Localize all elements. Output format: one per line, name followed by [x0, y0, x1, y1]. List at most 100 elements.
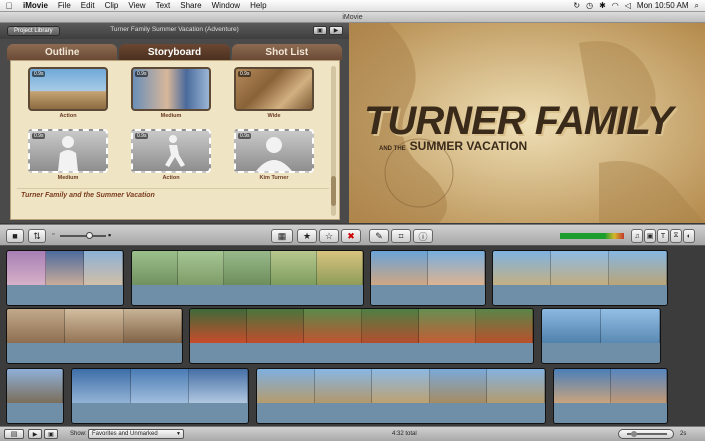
inspector-button[interactable]: ⓘ	[413, 229, 433, 243]
shot-slot[interactable]: 0.9s Action	[131, 129, 211, 183]
shot-placeholder[interactable]: 0.9s	[234, 129, 314, 173]
menu-view[interactable]: View	[123, 1, 150, 10]
camera-import-button[interactable]: ■	[6, 229, 24, 243]
shot-slot[interactable]: 0.9s Medium	[28, 129, 108, 183]
shot-duration: 0.9s	[238, 133, 252, 139]
menu-imovie[interactable]: iMovie	[18, 1, 53, 10]
menu-text[interactable]: Text	[151, 1, 176, 10]
menu-clip[interactable]: Clip	[100, 1, 124, 10]
event-clip[interactable]	[492, 250, 668, 306]
mark-favorite-button[interactable]: ★	[297, 229, 317, 243]
shot-slot[interactable]: 0.9s Action	[28, 67, 108, 121]
bluetooth-icon[interactable]: ✱	[599, 1, 606, 10]
show-filter-select[interactable]: Favorites and Unmarked ▼	[88, 429, 184, 439]
thumbnail-small-icon: ▫	[52, 231, 55, 238]
shot-placeholder[interactable]: 0.9s	[131, 129, 211, 173]
transition-browser-button[interactable]: ⧖	[670, 229, 682, 243]
clock[interactable]: Mon 10:50 AM	[637, 1, 689, 10]
trailer-title: TURNER FAMILY	[364, 99, 673, 143]
play-icon: ▶	[32, 431, 38, 438]
wifi-icon[interactable]: ◠	[612, 1, 619, 10]
play-button[interactable]: ▶	[329, 26, 343, 35]
time-machine-icon[interactable]: ◷	[586, 1, 593, 10]
event-clip[interactable]	[541, 308, 661, 364]
slider-knob[interactable]	[86, 232, 93, 239]
shot-thumbnail[interactable]: 0.9s	[234, 67, 314, 111]
spotlight-icon[interactable]: ⌕	[695, 1, 699, 11]
keyword-button[interactable]: ✎	[369, 229, 389, 243]
title-browser-button[interactable]: T	[657, 229, 669, 243]
project-library-label: Project Library	[14, 28, 53, 34]
play-full-screen-button[interactable]: ▣	[313, 26, 327, 35]
shot-thumbnail[interactable]: 0.9s	[131, 67, 211, 111]
apple-menu-icon[interactable]: 	[0, 1, 18, 11]
event-clip[interactable]	[6, 308, 183, 364]
event-browser	[0, 246, 705, 426]
tab-storyboard[interactable]: Storyboard	[119, 44, 230, 60]
play-fullscreen-event-button[interactable]: ▣	[44, 429, 58, 439]
chevron-down-icon: ▼	[176, 431, 181, 437]
event-clip[interactable]	[131, 250, 364, 306]
event-clip[interactable]	[256, 368, 546, 424]
shot-label: Medium	[160, 113, 182, 119]
event-clip[interactable]	[6, 368, 64, 424]
volume-icon[interactable]: ◁	[625, 1, 631, 10]
title-t-icon: T	[660, 232, 666, 240]
event-clip[interactable]	[370, 250, 486, 306]
shot-label: Medium	[57, 175, 79, 181]
play-event-button[interactable]: ▶	[28, 429, 42, 439]
storyboard-scrollbar[interactable]	[331, 66, 336, 216]
info-icon: ⓘ	[418, 231, 428, 242]
show-filter-label: Show:	[70, 431, 87, 437]
swap-events-projects-button[interactable]: ⇅	[28, 229, 46, 243]
transition-icon: ⧖	[673, 232, 679, 239]
event-clip[interactable]	[553, 368, 668, 424]
shot-slot[interactable]: 0.9s Medium	[131, 67, 211, 121]
shot-thumbnail[interactable]: 0.9s	[28, 67, 108, 111]
menu-help[interactable]: Help	[245, 1, 271, 10]
zoom-slider[interactable]	[618, 429, 674, 439]
title-text-field[interactable]: Turner Family and the Summer Vacation	[17, 188, 329, 202]
camera-photo-icon: ▣	[646, 233, 654, 240]
shot-placeholder[interactable]: 0.9s	[28, 129, 108, 173]
event-clip[interactable]	[71, 368, 249, 424]
menu-edit[interactable]: Edit	[76, 1, 100, 10]
storyboard: 0.9s Action 0.9s Medium 0.9s Wide 0.9s M…	[10, 60, 340, 220]
reject-button[interactable]: ✖	[341, 229, 361, 243]
tab-shot-list[interactable]: Shot List	[231, 44, 342, 60]
menu-share[interactable]: Share	[175, 1, 206, 10]
crop-button[interactable]: ⌗	[391, 229, 411, 243]
viewer: TURNER FAMILY AND THE SUMMER VACATION	[349, 23, 705, 223]
add-to-project-button[interactable]: ▦	[271, 229, 293, 243]
event-clip[interactable]	[6, 250, 124, 306]
show-filter-value: Favorites and Unmarked	[92, 431, 158, 437]
music-browser-button[interactable]: ♫	[631, 229, 643, 243]
shot-slot[interactable]: 0.9s Kim Turner	[234, 129, 314, 183]
zoom-value: 2s	[680, 431, 687, 437]
maps-browser-button[interactable]: ◐	[683, 229, 695, 243]
zoom-slider-knob[interactable]	[631, 431, 637, 437]
menu-file[interactable]: File	[53, 1, 76, 10]
thumbnail-size-slider[interactable]	[60, 235, 106, 237]
shot-label: Action	[59, 113, 77, 119]
film-icon: ▤	[10, 431, 18, 438]
photo-browser-button[interactable]: ▣	[644, 229, 656, 243]
menu-window[interactable]: Window	[207, 1, 245, 10]
shot-slot[interactable]: 0.9s Wide	[234, 67, 314, 121]
sync-icon[interactable]: ↻	[573, 1, 580, 10]
shot-label: Wide	[267, 113, 281, 119]
tab-outline[interactable]: Outline	[7, 44, 118, 60]
menu-bar:  iMovie File Edit Clip View Text Share …	[0, 0, 705, 12]
thumbnail-large-icon: ▪	[108, 230, 112, 240]
project-pane: Project Library Turner Family Summer Vac…	[0, 23, 349, 223]
shot-duration: 0.9s	[135, 133, 149, 139]
event-clip[interactable]	[189, 308, 534, 364]
event-library-toggle[interactable]: ▤	[4, 429, 24, 439]
unmark-button[interactable]: ☆	[319, 229, 339, 243]
music-note-icon: ♫	[634, 232, 640, 240]
trailer-subtitle-prefix: AND THE	[379, 146, 406, 152]
project-library-button[interactable]: Project Library	[7, 26, 60, 36]
status-bar: ▤ ▶ ▣ Show: Favorites and Unmarked ▼ 4:3…	[0, 426, 705, 441]
add-selection-icon: ▦	[277, 230, 287, 241]
shot-label: Action	[162, 175, 180, 181]
